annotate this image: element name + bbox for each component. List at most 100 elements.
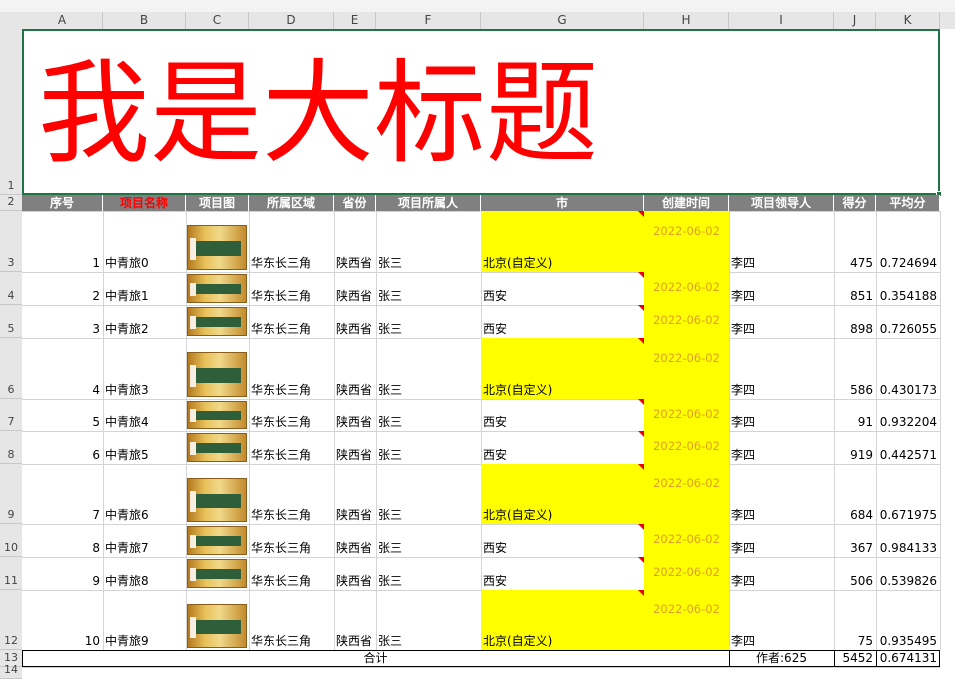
city-cell[interactable]: 西安 (483, 574, 641, 588)
project-name-cell[interactable]: 中青旅0 (105, 256, 183, 270)
avg-cell[interactable]: 0.932204 (878, 415, 937, 429)
header-cell-3[interactable]: 项目图 (186, 195, 249, 211)
project-name-cell[interactable]: 中青旅2 (105, 322, 183, 336)
region-cell[interactable]: 华东长三角 (251, 634, 331, 648)
project-image[interactable] (187, 401, 247, 429)
column-header-a[interactable]: A (22, 12, 103, 29)
header-cell-1[interactable]: 序号 (22, 195, 103, 211)
column-header-i[interactable]: I (729, 12, 834, 29)
owner-cell[interactable]: 张三 (378, 541, 478, 555)
city-cell[interactable]: 北京(自定义) (483, 634, 641, 648)
project-image[interactable] (187, 559, 247, 588)
date-cell[interactable]: 2022-06-02 (644, 476, 729, 490)
date-cell[interactable]: 2022-06-02 (644, 565, 729, 579)
province-cell[interactable]: 陕西省 (336, 574, 373, 588)
leader-cell[interactable]: 李四 (731, 383, 831, 397)
row-number-cell[interactable]: 2 (24, 289, 100, 303)
province-cell[interactable]: 陕西省 (336, 256, 373, 270)
region-cell[interactable]: 华东长三角 (251, 256, 331, 270)
province-cell[interactable]: 陕西省 (336, 448, 373, 462)
row-header-10[interactable]: 10 (0, 524, 22, 557)
date-cell[interactable]: 2022-06-02 (644, 532, 729, 546)
column-header-e[interactable]: E (334, 12, 376, 29)
province-cell[interactable]: 陕西省 (336, 383, 373, 397)
project-image[interactable] (187, 274, 247, 303)
city-cell[interactable]: 北京(自定义) (483, 256, 641, 270)
header-cell-10[interactable]: 得分 (834, 195, 876, 211)
select-all-corner[interactable] (0, 12, 22, 29)
owner-cell[interactable]: 张三 (378, 289, 478, 303)
score-cell[interactable]: 367 (836, 541, 873, 555)
column-header-h[interactable]: H (644, 12, 729, 29)
column-header-b[interactable]: B (103, 12, 186, 29)
leader-cell[interactable]: 李四 (731, 574, 831, 588)
date-cell[interactable]: 2022-06-02 (644, 407, 729, 421)
region-cell[interactable]: 华东长三角 (251, 508, 331, 522)
header-cell-2[interactable]: 项目名称 (103, 195, 186, 211)
project-image[interactable] (187, 604, 247, 648)
row-header-3[interactable]: 3 (0, 211, 22, 272)
score-cell[interactable]: 898 (836, 322, 873, 336)
avg-cell[interactable]: 0.354188 (878, 289, 937, 303)
leader-cell[interactable]: 李四 (731, 415, 831, 429)
header-cell-11[interactable]: 平均分 (876, 195, 940, 211)
date-cell[interactable]: 2022-06-02 (644, 602, 729, 616)
avg-cell[interactable]: 0.539826 (878, 574, 937, 588)
project-name-cell[interactable]: 中青旅3 (105, 383, 183, 397)
score-cell[interactable]: 684 (836, 508, 873, 522)
row-number-cell[interactable]: 1 (24, 256, 100, 270)
leader-cell[interactable]: 李四 (731, 634, 831, 648)
total-author-cell[interactable]: 作者:625 (729, 651, 834, 665)
column-header-c[interactable]: C (186, 12, 249, 29)
leader-cell[interactable]: 李四 (731, 448, 831, 462)
score-cell[interactable]: 851 (836, 289, 873, 303)
region-cell[interactable]: 华东长三角 (251, 574, 331, 588)
project-name-cell[interactable]: 中青旅5 (105, 448, 183, 462)
project-image[interactable] (187, 478, 247, 522)
title-cell[interactable]: 我是大标题 (22, 29, 940, 195)
row-number-cell[interactable]: 6 (24, 448, 100, 462)
project-name-cell[interactable]: 中青旅1 (105, 289, 183, 303)
date-cell[interactable]: 2022-06-02 (644, 439, 729, 453)
owner-cell[interactable]: 张三 (378, 415, 478, 429)
province-cell[interactable]: 陕西省 (336, 508, 373, 522)
avg-cell[interactable]: 0.442571 (878, 448, 937, 462)
region-cell[interactable]: 华东长三角 (251, 289, 331, 303)
date-cell[interactable]: 2022-06-02 (644, 313, 729, 327)
project-name-cell[interactable]: 中青旅7 (105, 541, 183, 555)
row-header-8[interactable]: 8 (0, 431, 22, 464)
date-cell[interactable]: 2022-06-02 (644, 224, 729, 238)
date-cell[interactable]: 2022-06-02 (644, 351, 729, 365)
avg-cell[interactable]: 0.430173 (878, 383, 937, 397)
project-image[interactable] (187, 526, 247, 555)
row-header-14[interactable]: 14 (0, 663, 22, 679)
row-header-12[interactable]: 12 (0, 590, 22, 650)
row-header-1[interactable]: 1 (0, 29, 22, 195)
avg-cell[interactable]: 0.724694 (878, 256, 937, 270)
project-name-cell[interactable]: 中青旅8 (105, 574, 183, 588)
project-name-cell[interactable]: 中青旅6 (105, 508, 183, 522)
row-number-cell[interactable]: 5 (24, 415, 100, 429)
score-cell[interactable]: 75 (836, 634, 873, 648)
row-header-4[interactable]: 4 (0, 272, 22, 305)
header-cell-7[interactable]: 市 (481, 195, 644, 211)
score-cell[interactable]: 506 (836, 574, 873, 588)
row-number-cell[interactable]: 8 (24, 541, 100, 555)
row-number-cell[interactable]: 9 (24, 574, 100, 588)
row-header-11[interactable]: 11 (0, 557, 22, 590)
score-cell[interactable]: 919 (836, 448, 873, 462)
project-image[interactable] (187, 225, 247, 270)
province-cell[interactable]: 陕西省 (336, 541, 373, 555)
row-header-2[interactable]: 2 (0, 195, 22, 211)
column-header-k[interactable]: K (876, 12, 940, 29)
city-cell[interactable]: 北京(自定义) (483, 508, 641, 522)
city-cell[interactable]: 西安 (483, 322, 641, 336)
avg-cell[interactable]: 0.726055 (878, 322, 937, 336)
leader-cell[interactable]: 李四 (731, 289, 831, 303)
city-cell[interactable]: 西安 (483, 415, 641, 429)
leader-cell[interactable]: 李四 (731, 256, 831, 270)
province-cell[interactable]: 陕西省 (336, 634, 373, 648)
owner-cell[interactable]: 张三 (378, 634, 478, 648)
owner-cell[interactable]: 张三 (378, 574, 478, 588)
header-cell-4[interactable]: 所属区域 (249, 195, 334, 211)
